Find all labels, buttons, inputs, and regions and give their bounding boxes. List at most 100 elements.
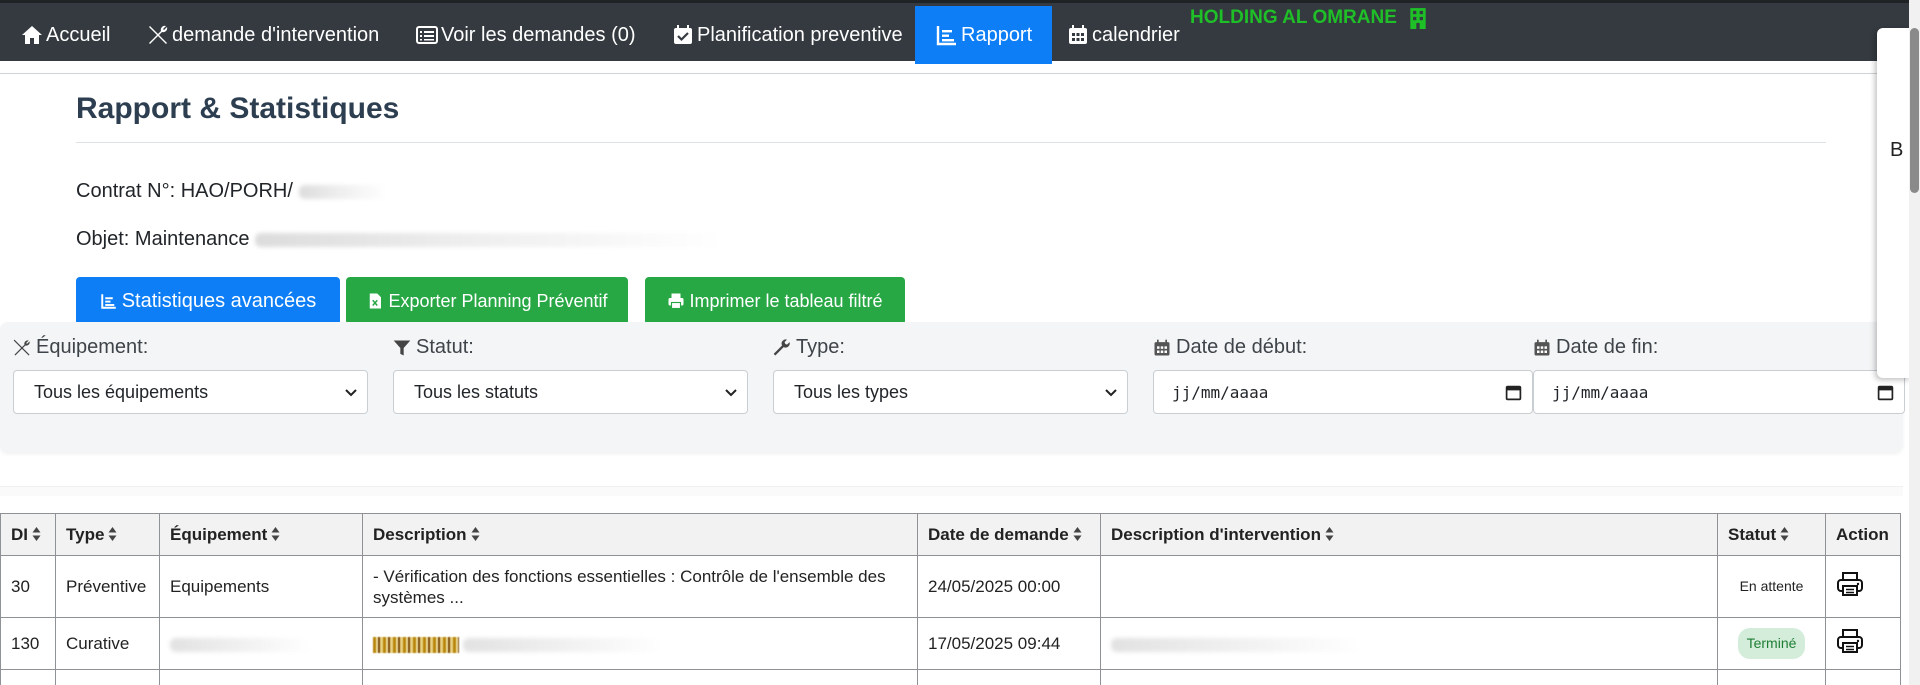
top-navbar: Accueil demande d'intervention Voir les …: [0, 0, 1920, 64]
cell-request-date: 17/05/2025 09:44: [917, 617, 1101, 670]
cell-action: [1825, 669, 1901, 685]
list-icon: [416, 26, 438, 44]
type-select[interactable]: Tous les types: [773, 370, 1128, 414]
status-badge: Terminé: [1737, 628, 1806, 659]
select-value: Tous les types: [794, 381, 909, 402]
wrench-icon: [773, 338, 790, 355]
column-header-request-date[interactable]: Date de demande: [917, 513, 1101, 556]
calendar-icon: [1154, 339, 1170, 355]
header-label: Action: [1836, 524, 1889, 544]
status-badge: En attente: [1739, 578, 1804, 594]
brand-label: HOLDING AL OMRANE: [1190, 7, 1397, 28]
cell-description: - Vérification des fonctions essentielle…: [362, 555, 918, 618]
nav-item-label: Rapport: [961, 23, 1033, 46]
redacted-text: [170, 637, 310, 652]
calendar-picker-icon[interactable]: [1505, 384, 1522, 401]
cell-request-date: [917, 669, 1101, 685]
cell-action: [1825, 555, 1901, 618]
cell-request-date: 24/05/2025 00:00: [917, 555, 1101, 618]
object-label: Objet: Maintenance: [76, 228, 250, 250]
calendar-picker-icon[interactable]: [1877, 384, 1894, 401]
page-title: Rapport & Statistiques: [76, 92, 400, 125]
calendar-icon: [1069, 25, 1087, 44]
filter-label-text: Statut:: [416, 336, 474, 358]
cell-equipment: [159, 617, 363, 670]
sort-icon: [271, 526, 280, 541]
advanced-stats-button[interactable]: Statistiques avancées: [76, 277, 340, 325]
cell-di: 130: [0, 617, 56, 670]
cell-status: Terminé: [1717, 617, 1826, 670]
cell-type: Préventive: [55, 555, 160, 618]
nav-item-label: Planification preventive: [697, 23, 903, 46]
cell-type: Curative: [55, 617, 160, 670]
status-select[interactable]: Tous les statuts: [393, 370, 748, 414]
end-date-input[interactable]: jj/mm/aaaa: [1533, 370, 1905, 414]
cell-status: [1717, 669, 1826, 685]
redacted-text: [298, 184, 387, 199]
column-header-status[interactable]: Statut: [1717, 513, 1826, 556]
cell-description: [362, 669, 918, 685]
cell-intervention-description: [1100, 669, 1718, 685]
table-row: 30 Préventive Equipements - Vérification…: [0, 555, 1901, 618]
sort-icon: [1325, 526, 1334, 541]
tools-icon: [13, 339, 30, 355]
header-label: Statut: [1728, 524, 1777, 544]
date-placeholder: jj/mm/aaaa: [1552, 382, 1649, 402]
end-date-label: Date de fin:: [1532, 336, 1658, 359]
contract-object: Objet: Maintenance: [76, 228, 726, 251]
type-filter-label: Type:: [772, 336, 845, 359]
filter-label-text: Type:: [796, 336, 845, 358]
table-row: [0, 669, 1901, 685]
cell-intervention-description: [1100, 555, 1718, 618]
cell-di: [0, 669, 56, 685]
nav-item-label: Accueil: [46, 23, 111, 46]
cell-di: 30: [0, 555, 56, 618]
header-divider: [0, 73, 1886, 74]
equipment-select[interactable]: Tous les équipements: [13, 370, 368, 414]
nav-item-voir-demandes[interactable]: Voir les demandes (0): [395, 6, 649, 64]
redacted-text: [1111, 637, 1361, 652]
nav-item-demande-intervention[interactable]: demande d'intervention: [126, 6, 392, 64]
column-header-description[interactable]: Description: [362, 513, 918, 556]
nav-item-label: demande d'intervention: [172, 23, 380, 46]
column-header-intervention-description[interactable]: Description d'intervention: [1100, 513, 1718, 556]
header-label: Équipement: [170, 524, 268, 544]
tools-icon: [149, 25, 168, 44]
column-header-di[interactable]: DI: [0, 513, 56, 556]
cell-action: [1825, 617, 1901, 670]
nav-item-rapport[interactable]: Rapport: [915, 6, 1053, 64]
header-label: DI: [11, 524, 28, 544]
column-header-type[interactable]: Type: [55, 513, 160, 556]
select-value: Tous les statuts: [414, 381, 539, 402]
equipment-filter-label: Équipement:: [12, 336, 148, 359]
button-label: Statistiques avancées: [121, 289, 317, 312]
button-label: Exporter Planning Préventif: [388, 290, 608, 311]
nav-item-accueil[interactable]: Accueil: [0, 6, 123, 64]
print-filtered-table-button[interactable]: Imprimer le tableau filtré: [645, 277, 905, 325]
nav-item-calendrier[interactable]: calendrier: [1046, 6, 1193, 64]
printer-icon[interactable]: [1836, 628, 1864, 654]
redacted-text: [463, 637, 663, 652]
sort-icon: [1073, 526, 1082, 541]
excel-file-icon: [370, 293, 382, 309]
export-planning-button[interactable]: Exporter Planning Préventif: [346, 277, 628, 325]
scrollbar-thumb[interactable]: [1910, 28, 1919, 193]
side-panel[interactable]: B: [1877, 28, 1911, 378]
printer-icon[interactable]: [1836, 571, 1864, 597]
brand-name: HOLDING AL OMRANE: [1190, 6, 1427, 30]
cell-equipment: [159, 669, 363, 685]
start-date-label: Date de début:: [1152, 336, 1307, 359]
cell-type: [55, 669, 160, 685]
chart-icon: [100, 294, 116, 309]
table-header-row: DI Type Équipement Description Date de d…: [0, 513, 1901, 556]
nav-item-planification-preventive[interactable]: Planification preventive: [651, 6, 916, 64]
column-header-equipment[interactable]: Équipement: [159, 513, 363, 556]
printer-icon: [668, 293, 684, 310]
start-date-input[interactable]: jj/mm/aaaa: [1153, 370, 1533, 414]
table-row: 130 Curative 17/05/2025 09:44 Terminé: [0, 617, 1901, 670]
title-divider: [76, 142, 1826, 143]
interventions-table: DI Type Équipement Description Date de d…: [0, 513, 1901, 685]
filter-icon: [393, 340, 411, 355]
cell-equipment: Equipements: [159, 555, 363, 618]
calendar-check-icon: [674, 25, 692, 44]
